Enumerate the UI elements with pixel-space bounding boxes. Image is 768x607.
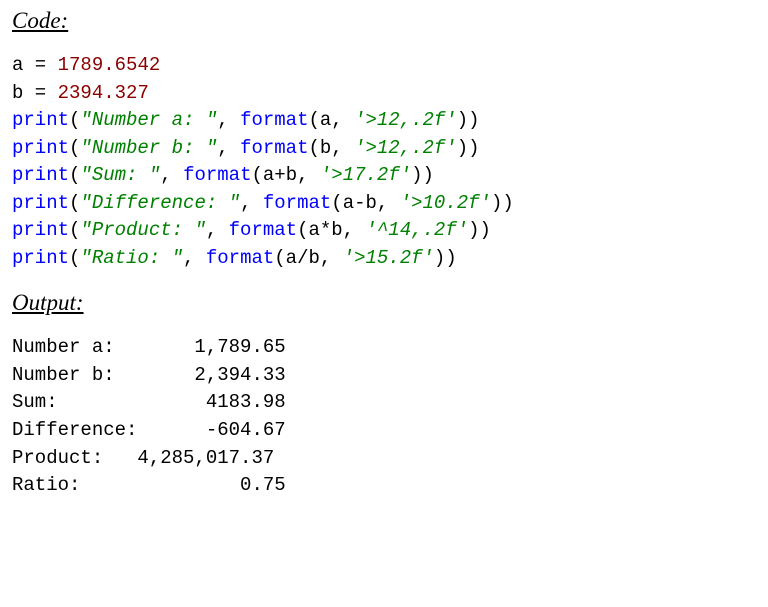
code-print: print [12,109,69,131]
code-sep: , [217,109,240,131]
code-string: "Sum: " [80,164,160,186]
code-format: format [263,192,331,214]
code-num-b: 2394.327 [58,82,149,104]
code-fmtstr: '>17.2f' [320,164,411,186]
code-var-b: b [12,82,23,104]
code-eq: = [23,82,57,104]
code-args: (a-b, [331,192,399,214]
output-line: Ratio: 0.75 [12,474,286,496]
code-close: )) [457,109,480,131]
output-line: Product: 4,285,017.37 [12,447,286,469]
code-fmtstr: '^14,.2f' [366,219,469,241]
code-paren: ( [69,109,80,131]
code-print: print [12,219,69,241]
code-paren: ( [69,247,80,269]
code-string: "Product: " [80,219,205,241]
code-fmtstr: '>15.2f' [343,247,434,269]
code-format: format [240,109,308,131]
code-block: a = 1789.6542 b = 2394.327 print("Number… [12,52,756,272]
code-string: "Ratio: " [80,247,183,269]
code-sep: , [206,219,229,241]
code-sep: , [160,164,183,186]
code-paren: ( [69,192,80,214]
code-heading: Code: [12,8,756,34]
code-print: print [12,137,69,159]
code-paren: ( [69,164,80,186]
output-line: Sum: 4183.98 [12,391,286,413]
output-heading: Output: [12,290,756,316]
code-args: (a, [308,109,354,131]
code-close: )) [411,164,434,186]
code-string: "Difference: " [80,192,240,214]
code-format: format [229,219,297,241]
code-args: (a/b, [274,247,342,269]
code-print: print [12,164,69,186]
output-line: Number a: 1,789.65 [12,336,286,358]
code-eq: = [23,54,57,76]
code-sep: , [217,137,240,159]
code-print: print [12,192,69,214]
code-close: )) [457,137,480,159]
code-var-a: a [12,54,23,76]
code-fmtstr: '>12,.2f' [354,109,457,131]
code-format: format [183,164,251,186]
code-args: (a*b, [297,219,365,241]
code-fmtstr: '>12,.2f' [354,137,457,159]
code-close: )) [434,247,457,269]
code-print: print [12,247,69,269]
code-args: (a+b, [251,164,319,186]
code-num-a: 1789.6542 [58,54,161,76]
code-close: )) [468,219,491,241]
code-paren: ( [69,137,80,159]
code-format: format [206,247,274,269]
code-sep: , [183,247,206,269]
output-line: Number b: 2,394.33 [12,364,286,386]
code-string: "Number a: " [80,109,217,131]
output-block: Number a: 1,789.65 Number b: 2,394.33 Su… [12,334,756,499]
code-close: )) [491,192,514,214]
code-format: format [240,137,308,159]
code-paren: ( [69,219,80,241]
output-line: Difference: -604.67 [12,419,286,441]
code-args: (b, [308,137,354,159]
code-fmtstr: '>10.2f' [400,192,491,214]
code-sep: , [240,192,263,214]
code-string: "Number b: " [80,137,217,159]
